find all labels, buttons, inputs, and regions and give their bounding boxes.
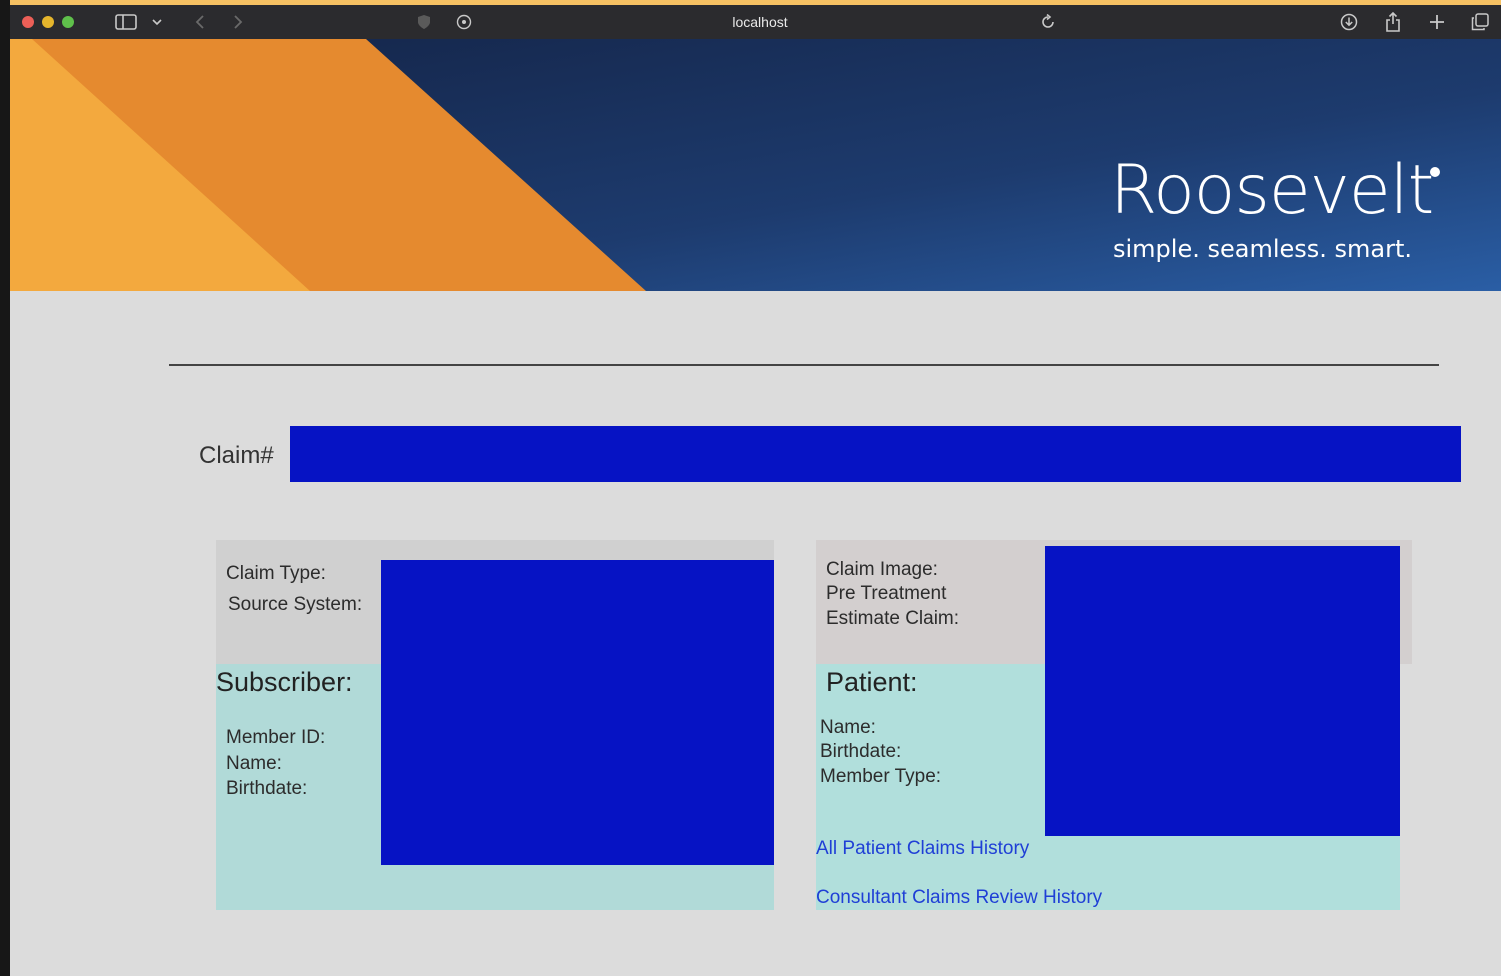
consultant-claims-review-history-link[interactable]: Consultant Claims Review History	[816, 887, 1102, 909]
close-window-button[interactable]	[22, 16, 34, 28]
subscriber-title: Subscriber:	[216, 667, 353, 697]
source-system-label: Source System:	[228, 594, 363, 615]
reload-icon[interactable]	[1038, 12, 1058, 32]
estimate-claim-label: Estimate Claim:	[826, 608, 960, 629]
browser-window: localhost Roosevelt simple. seamless. sm…	[10, 5, 1501, 976]
browser-toolbar: localhost	[10, 5, 1501, 39]
back-icon[interactable]	[190, 12, 210, 32]
claim-number-input[interactable]	[290, 426, 1461, 482]
sidebar-icon[interactable]	[114, 12, 138, 32]
share-icon[interactable]	[1382, 12, 1404, 32]
subscriber-member-id-label: Member ID:	[226, 727, 326, 748]
chevron-down-icon[interactable]	[150, 12, 164, 32]
pre-treatment-label: Pre Treatment	[826, 583, 947, 604]
claim-image-label: Claim Image:	[826, 559, 938, 580]
brand-tagline: simple. seamless. smart.	[1113, 235, 1413, 263]
brand-logo-text: Roosevelt	[1110, 151, 1434, 230]
privacy-icon[interactable]	[454, 12, 474, 32]
patient-name-label: Name:	[820, 717, 876, 738]
patient-details-block	[1045, 546, 1400, 836]
download-icon[interactable]	[1338, 12, 1360, 32]
forward-icon[interactable]	[228, 12, 248, 32]
shield-icon[interactable]	[414, 12, 434, 32]
subscriber-name-label: Name:	[226, 753, 282, 774]
minimize-window-button[interactable]	[42, 16, 54, 28]
registered-mark	[1430, 167, 1440, 177]
plus-icon[interactable]	[1426, 12, 1448, 32]
window-edge	[0, 0, 10, 976]
subscriber-details-block	[381, 560, 774, 865]
header-banner: Roosevelt simple. seamless. smart.	[10, 39, 1501, 291]
claim-number-label: Claim#	[199, 442, 274, 469]
patient-title: Patient:	[826, 667, 918, 697]
claim-type-label: Claim Type:	[226, 563, 326, 584]
subscriber-birthdate-label: Birthdate:	[226, 778, 308, 799]
patient-birthdate-label: Birthdate:	[820, 741, 902, 762]
screen: localhost Roosevelt simple. seamless. sm…	[0, 0, 1501, 976]
patient-member-type-label: Member Type:	[820, 766, 942, 787]
all-patient-claims-history-link[interactable]: All Patient Claims History	[816, 838, 1029, 860]
tabs-icon[interactable]	[1468, 12, 1492, 32]
section-divider	[169, 364, 1439, 366]
address-bar-url[interactable]: localhost	[700, 14, 820, 30]
maximize-window-button[interactable]	[62, 16, 74, 28]
